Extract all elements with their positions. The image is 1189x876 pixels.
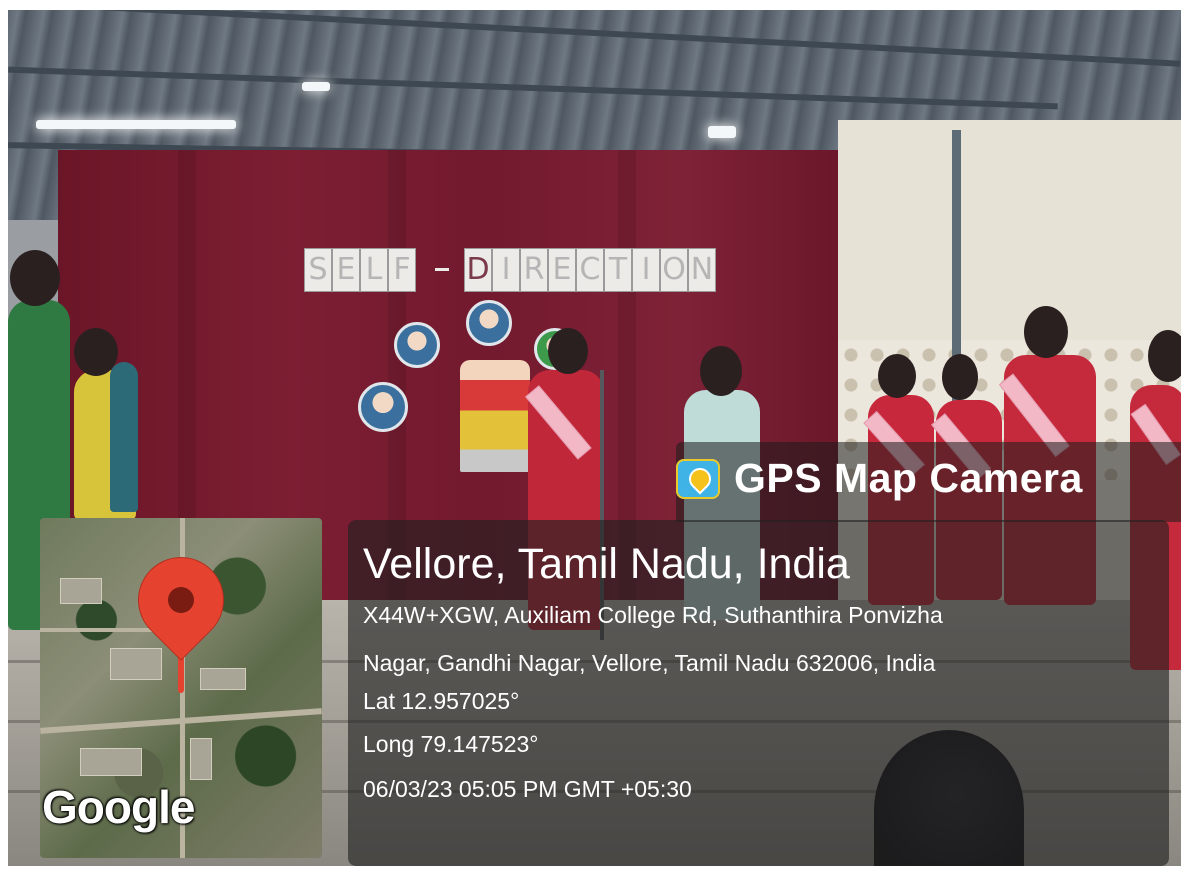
banner-letter: S [304, 248, 332, 292]
latitude: Lat 12.957025° [363, 688, 520, 714]
banner-letter: L [360, 248, 388, 292]
profession-badge [358, 382, 408, 432]
map-building [200, 668, 246, 690]
banner-letter: E [332, 248, 360, 292]
map-road [40, 628, 160, 632]
map-building [190, 738, 212, 780]
map-pin-icon [121, 540, 241, 660]
map-thumbnail: Google [40, 518, 322, 858]
app-name: GPS Map Camera [734, 455, 1083, 501]
datetime: 06/03/23 05:05 PM GMT +05:30 [363, 776, 692, 802]
ceiling-light [36, 120, 236, 129]
map-pin-dot [162, 581, 200, 619]
paper-cutout-figure [460, 360, 530, 472]
person [110, 362, 138, 512]
longitude: Long 79.147523° [363, 731, 539, 757]
banner-letter: N [688, 248, 716, 292]
banner-letter: D [464, 248, 492, 292]
google-watermark: Google [42, 781, 195, 833]
banner-letter: R [520, 248, 548, 292]
profession-badge [466, 300, 512, 346]
banner-letter: I [632, 248, 660, 292]
banner-letter: E [548, 248, 576, 292]
banner-letter: C [576, 248, 604, 292]
map-building [80, 748, 142, 776]
address-line-1: X44W+XGW, Auxiliam College Rd, Suthanthi… [363, 602, 943, 628]
person-head [878, 354, 916, 398]
person-head [1148, 330, 1181, 382]
location-title: Vellore, Tamil Nadu, India [363, 540, 850, 588]
map-building [110, 648, 162, 680]
profession-badge [394, 322, 440, 368]
ceiling-light [708, 126, 736, 138]
banner-letter: F [388, 248, 416, 292]
address-line-2: Nagar, Gandhi Nagar, Vellore, Tamil Nadu… [363, 650, 936, 676]
banner-letter: I [492, 248, 520, 292]
ceiling-light [302, 82, 330, 91]
person-head [10, 250, 60, 306]
person-head [700, 346, 742, 396]
person-head [942, 354, 978, 400]
gps-title: GPS Map Camera [676, 455, 1083, 502]
person-head [1024, 306, 1068, 358]
map-pin-camera-icon [676, 458, 720, 499]
banner-letter: T [604, 248, 632, 292]
banner-dash [435, 268, 449, 271]
banner-letter: O [660, 248, 688, 292]
person-head [548, 328, 588, 374]
map-building [60, 578, 102, 604]
